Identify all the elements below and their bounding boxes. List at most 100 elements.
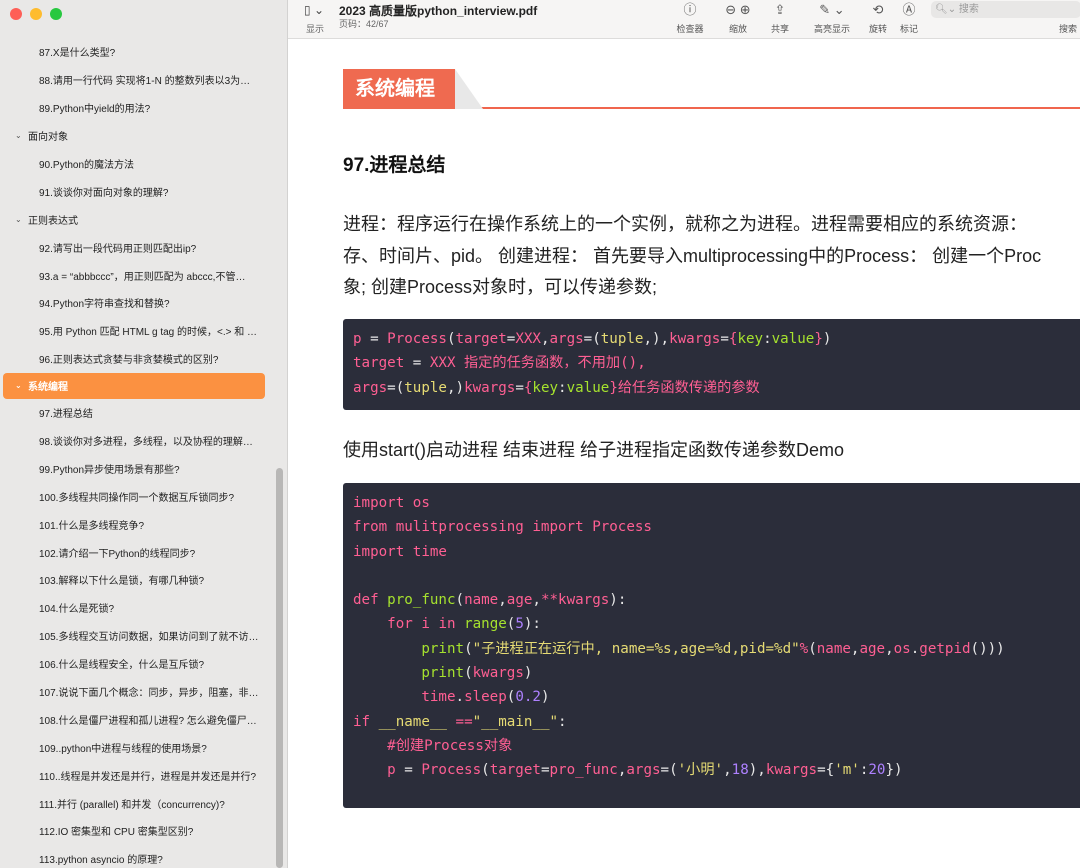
search-icon: 🔍︎⌄ (935, 4, 957, 15)
toc-label: 正则表达式 (28, 215, 78, 227)
code-line: import time (353, 543, 447, 560)
minimize-window-icon[interactable] (30, 8, 42, 20)
table-of-contents: 87.X是什么类型? 88.请用一行代码 实现将1-N 的整数列表以3为… 89.P… (0, 38, 287, 868)
toc-label: 97.进程总结 (39, 409, 93, 421)
document-page: 系统编程 97.进程总结 进程：程序运行在操作系统上的一个实例，就称之为进程。进… (288, 39, 1080, 868)
toc-section[interactable]: ⌄ 面向对象 (0, 122, 287, 150)
toc-label: 102.请介绍一下Python的线程同步? (39, 548, 196, 560)
toc-item[interactable]: 94.Python字符串查找和替换? (0, 289, 287, 317)
toc-item[interactable]: 106.什么是线程安全，什么是互斥锁? (0, 650, 287, 678)
toc-item[interactable]: 89.Python中yield的用法? (0, 94, 287, 122)
zoom-button[interactable]: ⊖ ⊕ 缩放 (716, 2, 760, 35)
chevron-down-icon[interactable]: ⌄ (15, 131, 25, 140)
toc-label: 101.什么是多线程竞争? (39, 520, 145, 532)
toc-label: 109..python中进程与线程的使用场景? (39, 743, 207, 755)
markup-button[interactable]: Ⓐ 标记 (887, 2, 931, 35)
toc-item[interactable]: 109..python中进程与线程的使用场景? (0, 733, 287, 761)
toc-label: 110..线程是并发还是并行，进程是并发还是并行? (39, 771, 257, 783)
toc-label: 111.并行 (parallel) 和并发（concurrency)? (39, 799, 225, 811)
toc-label: 96.正则表达式贪婪与非贪婪模式的区别? (39, 355, 219, 367)
toc-section[interactable]: ⌄ 正则表达式 (0, 205, 287, 233)
code-line: import os (353, 495, 430, 511)
close-window-icon[interactable] (10, 8, 22, 20)
toc-item[interactable]: 97.进程总结 (0, 399, 287, 427)
toc-label: 87.X是什么类型? (39, 48, 116, 60)
code-line: def pro_func(name,age,**kwargs): (353, 592, 627, 609)
code-block-process-args: p = Process(target=XXX,args=(tuple,),kwa… (343, 319, 1080, 410)
toc-label: 94.Python字符串查找和替换? (39, 299, 170, 311)
paragraph-line: 进程：程序运行在操作系统上的一个实例，就称之为进程。进程需要相应的系统资源： (343, 214, 1027, 234)
info-icon: ⓘ (683, 2, 697, 17)
toc-label: 89.Python中yield的用法? (39, 104, 151, 116)
toc-section[interactable]: ⌄ 系统编程 (3, 372, 265, 399)
toc-label: 113.python asyncio 的原理? (39, 855, 163, 867)
page-indicator: 页码：42/67 (339, 19, 389, 29)
code-block-demo: import os from mulitprocessing import Pr… (343, 483, 1080, 808)
toc-item[interactable]: 99.Python异步使用场景有那些? (0, 454, 287, 482)
code-line: print(kwargs) (421, 665, 533, 682)
toc-item[interactable]: 93.a = “abbbccc”，用正则匹配为 abccc,不管… (0, 261, 287, 289)
toc-item[interactable]: 103.解释以下什么是锁，有哪几种锁? (0, 566, 287, 594)
toc-item[interactable]: 91.谈谈你对面向对象的理解? (0, 177, 287, 205)
code-line: args=(tuple,)kwargs={key:value}给任务函数传递的参… (353, 379, 760, 396)
share-button[interactable]: ⇪ 共享 (758, 2, 802, 35)
toc-label: 104.什么是死锁? (39, 604, 115, 616)
toc-item[interactable]: 104.什么是死锁? (0, 594, 287, 622)
toc-item[interactable]: 95.用 Python 匹配 HTML g tag 的时候，<.> 和 <… (0, 317, 287, 345)
code-line: p = Process(target=pro_func,args=('小明',1… (387, 762, 903, 779)
toc-label: 95.用 Python 匹配 HTML g tag 的时候，<.> 和 <… (39, 327, 259, 339)
toc-label: 99.Python异步使用场景有那些? (39, 464, 180, 476)
toc-item[interactable]: 87.X是什么类型? (0, 38, 287, 66)
toc-item[interactable]: 92.请写出一段代码用正则匹配出ip? (0, 233, 287, 261)
banner-underline (456, 107, 1080, 109)
toc-item[interactable]: 105.多线程交互访问数据，如果访问到了就不访… (0, 622, 287, 650)
highlight-button[interactable]: ✎ ⌄ 高亮显示 (810, 2, 854, 35)
toc-item[interactable]: 100.多线程共同操作同一个数据互斥锁同步? (0, 482, 287, 510)
toc-label: 108.什么是僵尸进程和孤儿进程? 怎么避免僵尸… (39, 715, 257, 727)
toc-label: 103.解释以下什么是锁，有哪几种锁? (39, 576, 205, 588)
toc-label: 105.多线程交互访问数据，如果访问到了就不访… (39, 632, 259, 644)
toc-label: 93.a = “abbbccc”，用正则匹配为 abccc,不管… (39, 271, 246, 283)
window-controls (10, 8, 62, 20)
toc-item[interactable]: 98.谈谈你对多进程，多线程，以及协程的理解… (0, 427, 287, 455)
toc-item[interactable]: 112.IO 密集型和 CPU 密集型区别? (0, 817, 287, 845)
toc-item[interactable]: 113.python asyncio 的原理? (0, 845, 287, 868)
zoom-icon: ⊖ ⊕ (725, 2, 751, 17)
code-line: for i in range(5): (387, 616, 541, 633)
inspector-button[interactable]: ⓘ 检查器 (668, 2, 712, 35)
toolbar: ▯ ⌄ 显示 2023 高质量版python_interview.pdf 页码：… (288, 0, 1080, 39)
intro-paragraph: 进程：程序运行在操作系统上的一个实例，就称之为进程。进程需要相应的系统资源： 存… (343, 209, 1080, 304)
toc-label: 面向对象 (28, 132, 68, 144)
toc-label: 88.请用一行代码 实现将1-N 的整数列表以3为… (39, 76, 251, 88)
sidebar-scrollbar[interactable] (276, 468, 283, 868)
sidebar: 87.X是什么类型? 88.请用一行代码 实现将1-N 的整数列表以3为… 89.P… (0, 0, 288, 868)
toc-item[interactable]: 101.什么是多线程竞争? (0, 510, 287, 538)
chevron-down-icon[interactable]: ⌄ (15, 381, 25, 390)
toc-label: 92.请写出一段代码用正则匹配出ip? (39, 243, 197, 255)
markup-icon: Ⓐ (902, 2, 916, 17)
paragraph-line: 存、时间片、pid。 创建进程： 首先要导入multiprocessing中的P… (343, 245, 1042, 266)
toc-item[interactable]: 107.说说下面几个概念：同步，异步，阻塞，非… (0, 678, 287, 706)
inspector-label: 检查器 (676, 24, 704, 34)
sidebar-toggle-icon[interactable]: ▯ ⌄ (304, 3, 324, 17)
toc-item[interactable]: 96.正则表达式贪婪与非贪婪模式的区别? (0, 345, 287, 373)
chevron-down-icon[interactable]: ⌄ (15, 215, 25, 224)
share-label: 共享 (770, 24, 789, 34)
markup-label: 标记 (899, 24, 918, 34)
toc-item[interactable]: 90.Python的魔法方法 (0, 150, 287, 178)
search-placeholder: 搜索 (958, 4, 979, 15)
highlight-label: 高亮显示 (813, 24, 850, 34)
toc-item[interactable]: 111.并行 (parallel) 和并发（concurrency)? (0, 789, 287, 817)
toc-item[interactable]: 110..线程是并发还是并行，进程是并发还是并行? (0, 761, 287, 789)
code-line: target = XXX 指定的任务函数，不用加(), (353, 355, 646, 372)
view-label: 显示 (306, 24, 325, 34)
toc-label: 91.谈谈你对面向对象的理解? (39, 187, 169, 199)
toc-label: 112.IO 密集型和 CPU 密集型区别? (39, 827, 194, 839)
code-line: p = Process(target=XXX,args=(tuple,),kwa… (353, 331, 832, 347)
search-input[interactable]: 🔍︎⌄ 搜索 (931, 1, 1080, 18)
zoom-window-icon[interactable] (50, 8, 62, 20)
toc-item[interactable]: 102.请介绍一下Python的线程同步? (0, 538, 287, 566)
toc-item[interactable]: 108.什么是僵尸进程和孤儿进程? 怎么避免僵尸… (0, 705, 287, 733)
toc-item[interactable]: 88.请用一行代码 实现将1-N 的整数列表以3为… (0, 66, 287, 94)
